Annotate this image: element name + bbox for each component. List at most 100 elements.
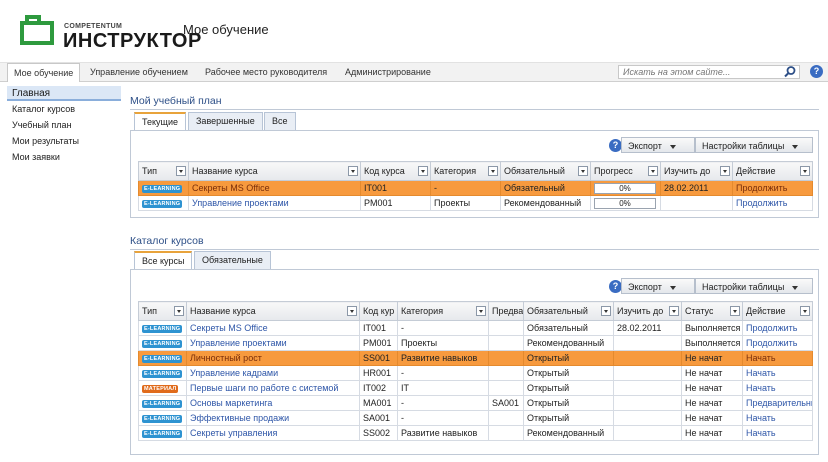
table-row[interactable]: МАТЕРИАЛ Первые шаги по работе с системой… xyxy=(138,380,813,396)
course-prerequisite[interactable] xyxy=(488,410,524,426)
filter-dropdown-icon[interactable] xyxy=(488,166,498,176)
course-prerequisite[interactable] xyxy=(488,350,524,366)
filter-dropdown-icon[interactable] xyxy=(476,306,486,316)
course-prerequisite[interactable] xyxy=(488,320,524,336)
table-row[interactable]: E-LEARNING Управление проектами PM001 Пр… xyxy=(138,195,813,211)
col-code[interactable]: Код курса xyxy=(360,161,431,181)
table-row[interactable]: E-LEARNING Секреты MS Office IT001 - Обя… xyxy=(138,180,813,196)
table-row[interactable]: E-LEARNING Личностный рост SS001 Развитие н… xyxy=(138,350,813,366)
action-link[interactable]: Продолжить xyxy=(746,323,797,333)
action-link[interactable]: Предварительные xyxy=(746,398,812,408)
table-row[interactable]: E-LEARNING Эффективные продажи SA001- Откры… xyxy=(138,410,813,426)
course-prerequisite[interactable] xyxy=(488,425,524,441)
action-link[interactable]: Начать xyxy=(746,368,776,378)
filter-dropdown-icon[interactable] xyxy=(800,306,810,316)
catalog-settings-button[interactable]: Настройки таблицы xyxy=(695,278,813,294)
col-status[interactable]: Статус xyxy=(681,301,743,321)
col-required[interactable]: Обязательный xyxy=(523,301,614,321)
course-prerequisite[interactable] xyxy=(488,335,524,351)
col-name[interactable]: Название курса xyxy=(186,301,360,321)
continue-link[interactable]: Продолжить xyxy=(736,183,787,193)
course-link[interactable]: Секреты MS Office xyxy=(190,323,268,333)
search-icon[interactable] xyxy=(783,65,797,79)
course-link[interactable]: Личностный рост xyxy=(190,353,262,363)
col-progress[interactable]: Прогресс xyxy=(590,161,661,181)
nav-my-learning[interactable]: Мое обучение xyxy=(7,63,81,82)
col-prerequisite[interactable]: Предва xyxy=(488,301,524,321)
course-link[interactable]: Управление кадрами xyxy=(190,368,278,378)
nav-administration[interactable]: Администрирование xyxy=(345,67,431,77)
col-action[interactable]: Действие xyxy=(742,301,813,321)
tab-required[interactable]: Обязательные xyxy=(194,251,271,269)
course-link[interactable]: Управление проектами xyxy=(192,198,289,208)
left-nav-home[interactable]: Главная xyxy=(7,86,121,101)
table-row[interactable]: E-LEARNING Секреты MS Office IT001- Обязате… xyxy=(138,320,813,336)
col-category[interactable]: Категория xyxy=(397,301,489,321)
table-row[interactable]: E-LEARNING Управление проектами PM001 Проек… xyxy=(138,335,813,351)
filter-dropdown-icon[interactable] xyxy=(720,166,730,176)
filter-dropdown-icon[interactable] xyxy=(418,166,428,176)
course-link[interactable]: Управление проектами xyxy=(190,338,287,348)
course-prerequisite[interactable] xyxy=(488,380,524,396)
plan-settings-button[interactable]: Настройки таблицы xyxy=(695,137,813,153)
col-type[interactable]: Тип xyxy=(138,301,187,321)
filter-dropdown-icon[interactable] xyxy=(176,166,186,176)
course-prerequisite[interactable]: SA001 xyxy=(488,395,524,411)
continue-link[interactable]: Продолжить xyxy=(736,198,787,208)
left-nav-results[interactable]: Мои результаты xyxy=(7,133,121,149)
filter-dropdown-icon[interactable] xyxy=(800,166,810,176)
action-link[interactable]: Продолжить xyxy=(746,338,797,348)
filter-dropdown-icon[interactable] xyxy=(648,166,658,176)
left-nav-catalog[interactable]: Каталог курсов xyxy=(7,101,121,117)
col-category[interactable]: Категория xyxy=(430,161,501,181)
nav-manager-workplace[interactable]: Рабочее место руководителя xyxy=(205,67,327,77)
action-link[interactable]: Начать xyxy=(746,428,776,438)
plan-export-button[interactable]: Экспорт xyxy=(621,137,695,153)
course-category: - xyxy=(397,365,489,381)
catalog-table: Тип Название курса Код кур Категория Пре… xyxy=(138,301,813,441)
course-link[interactable]: Секреты MS Office xyxy=(192,183,270,193)
site-title: Мое обучение xyxy=(183,22,269,37)
tab-completed[interactable]: Завершенные xyxy=(188,112,263,130)
table-row[interactable]: E-LEARNING Управление кадрами HR001- Открыт… xyxy=(138,365,813,381)
filter-dropdown-icon[interactable] xyxy=(601,306,611,316)
course-link[interactable]: Основы маркетинга xyxy=(190,398,272,408)
tab-all-courses[interactable]: Все курсы xyxy=(134,251,193,270)
action-link[interactable]: Начать xyxy=(746,383,776,393)
tab-current[interactable]: Текущие xyxy=(134,112,186,131)
col-type[interactable]: Тип xyxy=(138,161,189,181)
col-action[interactable]: Действие xyxy=(732,161,813,181)
filter-dropdown-icon[interactable] xyxy=(669,306,679,316)
filter-dropdown-icon[interactable] xyxy=(174,306,184,316)
course-due xyxy=(660,195,733,211)
action-link[interactable]: Начать xyxy=(746,413,776,423)
catalog-export-button[interactable]: Экспорт xyxy=(621,278,695,294)
elearning-badge: E-LEARNING xyxy=(142,429,183,438)
chevron-down-icon xyxy=(669,285,676,290)
col-due[interactable]: Изучить до xyxy=(613,301,682,321)
col-required[interactable]: Обязательный xyxy=(500,161,591,181)
course-link[interactable]: Секреты управления xyxy=(190,428,277,438)
filter-dropdown-icon[interactable] xyxy=(578,166,588,176)
action-link[interactable]: Начать xyxy=(746,353,776,363)
search-input[interactable] xyxy=(618,65,800,79)
filter-dropdown-icon[interactable] xyxy=(347,306,357,316)
col-code[interactable]: Код кур xyxy=(359,301,398,321)
col-due[interactable]: Изучить до xyxy=(660,161,733,181)
course-link[interactable]: Первые шаги по работе с системой xyxy=(190,383,338,393)
course-status: Не начат xyxy=(681,425,743,441)
filter-dropdown-icon[interactable] xyxy=(730,306,740,316)
filter-dropdown-icon[interactable] xyxy=(348,166,358,176)
nav-learning-management[interactable]: Управление обучением xyxy=(90,67,188,77)
left-nav-plan[interactable]: Учебный план xyxy=(7,117,121,133)
col-name[interactable]: Название курса xyxy=(188,161,361,181)
table-row[interactable]: E-LEARNING Секреты управления SS002 Развити… xyxy=(138,425,813,441)
left-nav-requests[interactable]: Мои заявки xyxy=(7,149,121,165)
col-label: Статус xyxy=(685,306,714,317)
course-link[interactable]: Эффективные продажи xyxy=(190,413,289,423)
course-prerequisite[interactable] xyxy=(488,365,524,381)
logo-icon xyxy=(20,15,54,45)
table-row[interactable]: E-LEARNING Основы маркетинга MA001- SA001 От… xyxy=(138,395,813,411)
help-icon[interactable]: ? xyxy=(810,65,823,78)
tab-all[interactable]: Все xyxy=(264,112,296,130)
